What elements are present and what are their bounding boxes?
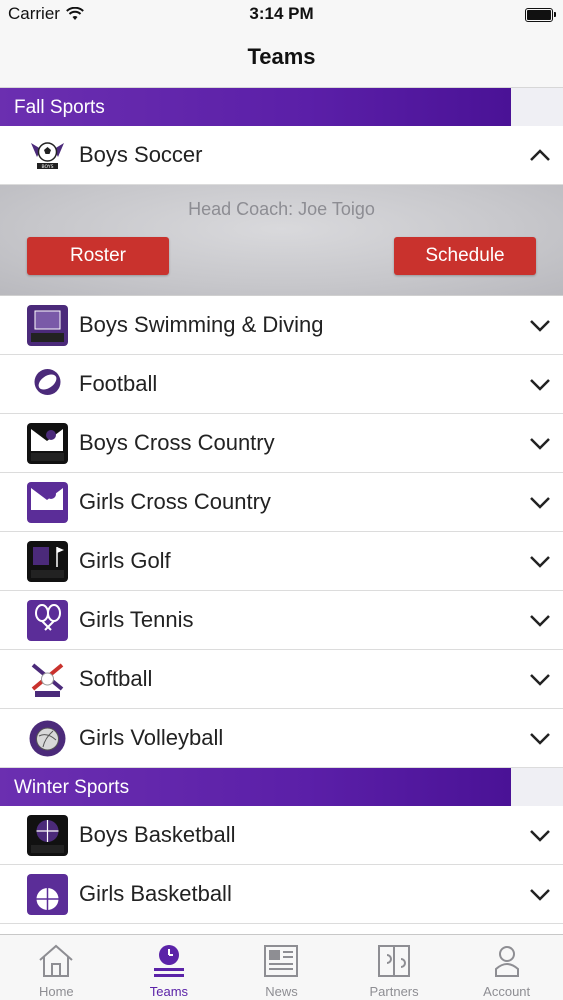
chevron-down-icon[interactable] [529,669,551,689]
team-row[interactable]: Girls Golf [0,532,563,591]
section-title: Winter Sports [14,777,130,798]
girls-cross-country-team-icon [27,482,68,523]
roster-button[interactable]: Roster [27,237,169,275]
tab-label: Account [483,984,531,999]
news-icon [264,945,299,977]
chevron-down-icon[interactable] [529,374,551,394]
team-row[interactable]: Girls Cross Country [0,473,563,532]
app: Carrier 3:14 PM Teams Fall Sports BOYS B… [0,0,563,1000]
team-label: Boys Basketball [79,822,236,847]
section-header-fall: Fall Sports [0,88,563,126]
teams-list[interactable]: Fall Sports BOYS Boys Soccer Head Coach:… [0,88,563,933]
team-label: Boys Cross Country [79,430,275,455]
chevron-down-icon[interactable] [529,433,551,453]
chevron-down-icon[interactable] [529,884,551,904]
team-label: Girls Basketball [79,881,232,906]
team-row[interactable]: Girls Basketball [0,865,563,924]
tab-label: News [265,984,298,999]
chevron-down-icon[interactable] [529,728,551,748]
team-row[interactable]: Boys Cross Country [0,414,563,473]
boys-cross-country-team-icon [27,423,68,464]
team-detail-panel: Head Coach: Joe Toigo Roster Schedule [0,185,563,296]
boys-basketball-team-icon [27,815,68,856]
team-label: Boys Soccer [79,142,203,167]
partners-icon [378,945,411,977]
team-label: Girls Cross Country [79,489,271,514]
team-label: Girls Volleyball [79,725,224,750]
team-row[interactable]: Girls Volleyball [0,709,563,768]
account-icon [494,946,519,977]
chevron-down-icon[interactable] [529,492,551,512]
soccer-team-icon: BOYS [27,135,68,176]
tab-teams[interactable]: Teams [113,935,226,1000]
team-row[interactable]: Football [0,355,563,414]
tab-label: Teams [149,984,189,999]
swim-dive-team-icon [27,305,68,346]
tab-home[interactable]: Home [0,935,113,1000]
team-row-partial[interactable] [0,924,563,933]
tab-label: Home [38,984,74,999]
chevron-up-icon[interactable] [529,145,551,165]
girls-golf-team-icon [27,541,68,582]
team-row[interactable]: Girls Tennis [0,591,563,650]
tab-label: Partners [369,984,419,999]
chevron-down-icon[interactable] [529,825,551,845]
team-label: Girls Golf [79,548,171,573]
battery-icon [525,8,556,22]
teams-icon [153,945,184,977]
chevron-down-icon[interactable] [529,610,551,630]
team-label: Softball [79,666,153,691]
volleyball-team-icon [27,718,68,759]
head-coach-text: Head Coach: Joe Toigo [188,199,375,219]
chevron-down-icon[interactable] [529,315,551,335]
team-label: Boys Swimming & Diving [79,312,324,337]
team-row[interactable]: Softball [0,650,563,709]
nav-bar: Teams [0,30,563,88]
section-title: Fall Sports [14,97,105,118]
tab-partners[interactable]: Partners [338,935,451,1000]
section-header-winter: Winter Sports [0,768,563,806]
clock: 3:14 PM [249,4,314,23]
team-label: Girls Tennis [79,607,194,632]
home-icon [39,944,73,977]
team-row[interactable]: Boys Swimming & Diving [0,296,563,355]
team-row[interactable]: Boys Basketball [0,806,563,865]
team-row-boys-soccer[interactable]: BOYS Boys Soccer [0,126,563,185]
football-team-icon [27,364,68,405]
chevron-down-icon[interactable] [529,551,551,571]
team-label: Football [79,371,158,396]
schedule-button[interactable]: Schedule [394,237,536,275]
girls-basketball-team-icon [27,874,68,915]
status-bar: Carrier 3:14 PM [0,0,563,30]
softball-team-icon [27,659,68,700]
svg-text:BOYS: BOYS [42,164,54,170]
tab-account[interactable]: Account [450,935,563,1000]
page-title: Teams [247,44,316,69]
tab-news[interactable]: News [225,935,338,1000]
tab-bar: Home Teams News Partners Account [0,934,563,1000]
girls-tennis-team-icon [27,600,68,641]
